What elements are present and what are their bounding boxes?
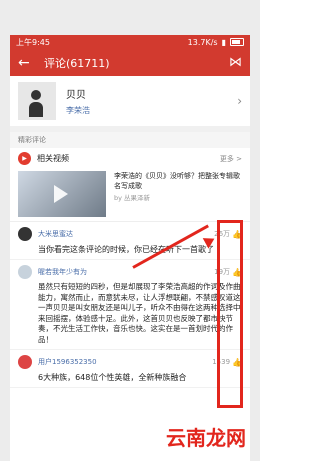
comment-item: 用户1596352350 1539 👍 6大种族，648位个性英雄，全新种族融合: [10, 350, 250, 388]
video-title: 李荣浩的《贝贝》没听够？把整张专辑歌名写成歌: [114, 172, 240, 190]
video-card[interactable]: 李荣浩的《贝贝》没听够？把整张专辑歌名写成歌 by 丛果泽新: [18, 171, 242, 217]
more-videos-link[interactable]: 更多 >: [220, 154, 242, 164]
network-speed: 13.7K/s: [187, 37, 218, 47]
status-bar: 上午9:45 13.7K/s ▮: [10, 35, 250, 49]
comment-text: 虽然只有短短的四秒，但是却展现了李荣浩高超的作词及作曲能力，寓然而止，而意犹未尽…: [38, 282, 241, 344]
avatar[interactable]: [18, 265, 32, 279]
video-author: by 丛果泽新: [114, 194, 151, 202]
signal-icon: ▮: [221, 37, 226, 47]
featured-section-label: 精彩评论: [10, 132, 250, 148]
annotation-highlight-box: [217, 220, 243, 408]
song-title: 贝贝: [66, 90, 86, 101]
watermark-text: 云南龙网: [166, 426, 246, 450]
comment-user[interactable]: 喔若我年少有为: [38, 267, 214, 277]
album-cover: [18, 82, 56, 120]
comment-text: 6大种族，648位个性英雄，全新种族融合: [38, 373, 187, 382]
share-icon[interactable]: ⋈: [229, 55, 242, 70]
comment-item: 喔若我年少有为 19万 👍 虽然只有短短的四秒，但是却展现了李荣浩高超的作词及作曲…: [10, 260, 250, 350]
nav-bar: ← 评论(61711) ⋈: [10, 49, 250, 76]
app-screen: 上午9:45 13.7K/s ▮ ← 评论(61711) ⋈ 贝贝 李荣浩 › …: [10, 35, 250, 461]
related-video-label: 相关视频: [37, 154, 69, 163]
video-icon: ▶: [18, 152, 31, 165]
comment-user[interactable]: 用户1596352350: [38, 357, 212, 367]
related-video-section: ▶ 相关视频 更多 > 李荣浩的《贝贝》没听够？把整张专辑歌名写成歌 by 丛果…: [10, 148, 250, 222]
song-artist[interactable]: 李荣浩: [66, 105, 237, 116]
avatar[interactable]: [18, 355, 32, 369]
video-thumbnail[interactable]: [18, 171, 106, 217]
song-card[interactable]: 贝贝 李荣浩 ›: [10, 76, 250, 132]
status-time: 上午9:45: [16, 37, 50, 47]
page-title: 评论(61711): [44, 56, 110, 70]
chevron-right-icon: ›: [237, 94, 242, 108]
battery-icon: [230, 38, 244, 46]
back-icon[interactable]: ←: [18, 55, 34, 71]
avatar[interactable]: [18, 227, 32, 241]
